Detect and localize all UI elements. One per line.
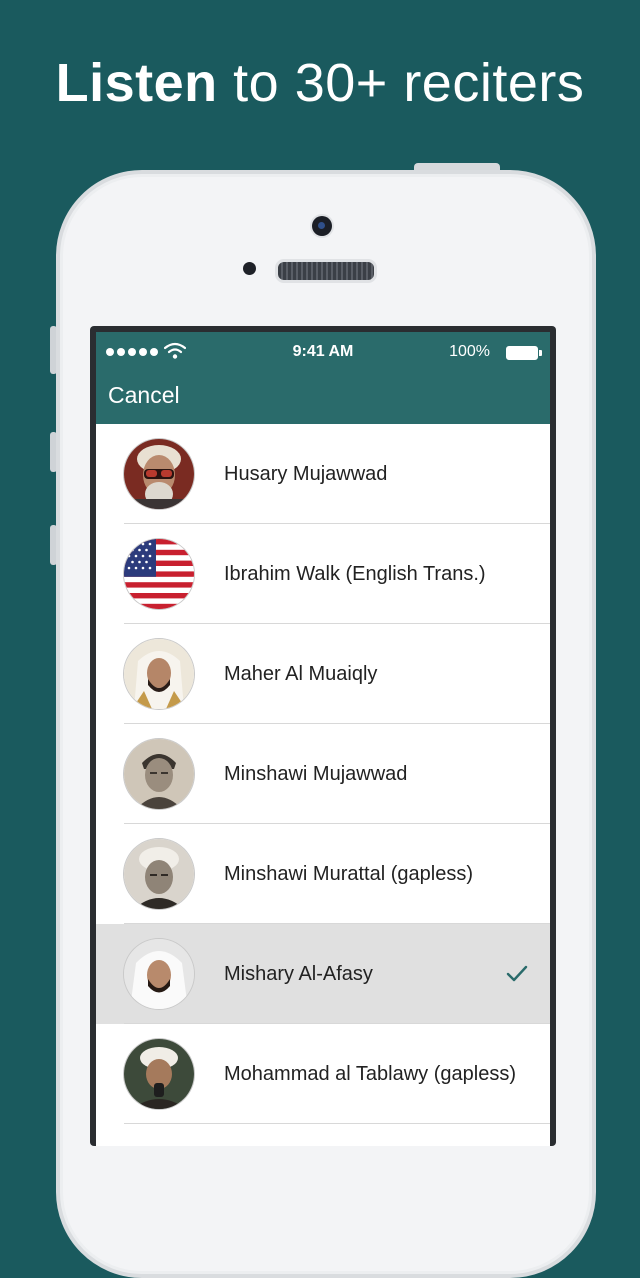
reciter-row-minshawi-murattal[interactable]: Minshawi Murattal (gapless) (96, 824, 550, 924)
reciter-avatar (124, 939, 194, 1009)
screen-content: 9:41 AM 100% Cancel Husary Mujawwad Ibra… (96, 332, 550, 1146)
front-camera-icon (312, 216, 332, 236)
reciter-name: Maher Al Muaiqly (224, 663, 378, 685)
reciter-name: Minshawi Mujawwad (224, 763, 408, 785)
reciter-row-maher-al-muaiqly[interactable]: Maher Al Muaiqly (96, 624, 550, 724)
reciter-avatar (124, 439, 194, 509)
reciter-row-ibrahim-walk[interactable]: Ibrahim Walk (English Trans.) (96, 524, 550, 624)
reciter-avatar (124, 839, 194, 909)
reciter-avatar (124, 1039, 194, 1109)
reciter-row-mishary-al-afasy[interactable]: Mishary Al-Afasy (96, 924, 550, 1024)
battery-percentage: 100% (449, 343, 490, 360)
reciter-row-minshawi-mujawwad[interactable]: Minshawi Mujawwad (96, 724, 550, 824)
headline-rest: to 30+ reciters (217, 53, 585, 113)
headline: Listen to 30+ reciters (0, 52, 640, 114)
row-divider (124, 1123, 550, 1124)
checkmark-icon (506, 965, 528, 982)
phone-screen: 9:41 AM 100% Cancel Husary Mujawwad Ibra… (90, 326, 556, 1146)
earpiece-speaker (275, 259, 377, 283)
cancel-button[interactable]: Cancel (108, 382, 180, 409)
reciter-row-mohammad-al-tablawy[interactable]: Mohammad al Tablawy (gapless) (96, 1024, 550, 1124)
reciter-list: Husary Mujawwad Ibrahim Walk (English Tr… (96, 424, 550, 1124)
reciter-avatar (124, 739, 194, 809)
reciter-avatar (124, 639, 194, 709)
us-flag-icon (124, 539, 194, 609)
reciter-name: Mishary Al-Afasy (224, 963, 373, 985)
reciter-row-husary-mujawwad[interactable]: Husary Mujawwad (96, 424, 550, 524)
reciter-name: Minshawi Murattal (gapless) (224, 863, 473, 885)
status-bar: 9:41 AM 100% (96, 338, 550, 368)
reciter-name: Mohammad al Tablawy (gapless) (224, 1063, 516, 1085)
reciter-name: Husary Mujawwad (224, 463, 388, 485)
battery-icon (506, 346, 542, 360)
reciter-name: Ibrahim Walk (English Trans.) (224, 563, 486, 585)
navigation-bar: 9:41 AM 100% Cancel (96, 332, 550, 424)
proximity-sensor (243, 262, 256, 275)
headline-strong: Listen (55, 53, 218, 113)
